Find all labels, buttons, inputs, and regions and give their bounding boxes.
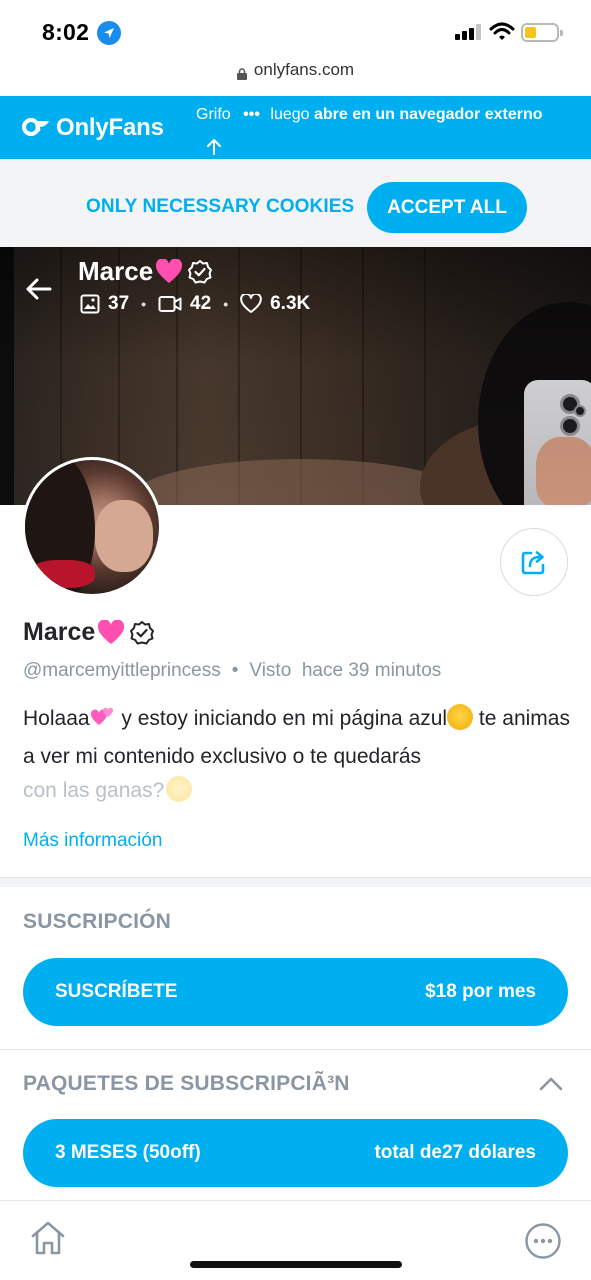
location-icon [97, 21, 121, 45]
subscribe-button[interactable]: SUSCRÍBETE $18 por mes [23, 958, 568, 1026]
verified-icon [187, 259, 213, 285]
only-necessary-cookies-button[interactable]: ONLY NECESSARY COOKIES [86, 196, 354, 218]
bottom-nav [0, 1200, 591, 1280]
handle-separator: • [231, 660, 239, 681]
bio-text-2: y estoy iniciando en mi página azul [115, 707, 448, 730]
hint-middle: luego [270, 106, 310, 123]
videos-count-value: 42 [190, 293, 212, 314]
subscribe-label: SUSCRÍBETE [55, 981, 178, 1002]
lock-icon [236, 65, 247, 80]
bundle-total: total de27 dólares [374, 1142, 536, 1163]
hint-bold: abre en un navegador externo [314, 106, 543, 123]
pink-heart-emoji [155, 257, 183, 285]
subscribe-price: $18 por mes [425, 981, 536, 1002]
cookie-bar: ONLY NECESSARY COOKIES ACCEPT ALL [0, 159, 591, 247]
share-icon [519, 547, 549, 577]
last-seen-time: hace 39 minutos [301, 660, 442, 681]
onlyfans-logo-text: OnlyFans [56, 114, 164, 141]
hint-prefix: Grifo [196, 106, 231, 123]
signal-icon [455, 24, 483, 40]
section-divider [0, 1049, 591, 1050]
more-icon[interactable] [524, 1222, 562, 1260]
hint-dots: ••• [243, 106, 260, 123]
videos-count: 42 [158, 293, 211, 315]
accept-all-cookies-button[interactable]: ACCEPT ALL [367, 182, 527, 233]
verified-icon [129, 620, 155, 646]
share-button[interactable] [500, 528, 568, 596]
onlyfans-logo[interactable]: OnlyFans [22, 114, 164, 142]
onlyfans-logo-icon [22, 115, 50, 142]
wifi-icon [489, 22, 515, 42]
cover-stats: 37 • 42 • 6.3K [80, 293, 310, 315]
pink-heart-emoji [97, 618, 125, 646]
cover-name-text: Marce [78, 256, 154, 286]
bio-text-1: Holaaa [23, 707, 90, 730]
profile-handle-row: @marcemyittleprincess • Visto hace 39 minu… [23, 660, 441, 682]
cover-name: Marce [78, 256, 213, 287]
image-icon [80, 294, 108, 314]
likes-count-value: 6.3K [270, 293, 311, 314]
arrow-up-icon [205, 137, 223, 160]
photos-count: 37 [80, 293, 129, 315]
home-icon[interactable] [28, 1218, 68, 1258]
status-bar: 8:02 [0, 0, 591, 60]
smiling-hearts-emoji [447, 704, 474, 730]
status-time: 8:02 [42, 19, 90, 45]
subscription-title: SUSCRIPCIÓN [23, 910, 172, 933]
video-icon [158, 295, 190, 313]
heart-outline-icon [240, 294, 270, 314]
chevron-up-icon[interactable] [538, 1074, 564, 1094]
tongue-emoji [166, 776, 193, 802]
more-info-link[interactable]: Más información [23, 830, 162, 852]
bio: Holaaa y estoy iniciando en mi página az… [23, 702, 571, 808]
photos-count-value: 37 [108, 293, 130, 314]
profile-name-text: Marce [23, 618, 96, 646]
bundle-3-months-button[interactable]: 3 MESES (50off) total de27 dólares [23, 1119, 568, 1187]
likes-count: 6.3K [240, 293, 310, 315]
open-external-hint: Grifo ••• luego abre en un navegador ext… [196, 106, 543, 124]
profile-name: Marce [23, 618, 155, 647]
home-indicator [190, 1261, 402, 1268]
url-bar[interactable]: onlyfans.com [0, 52, 591, 88]
url-text: onlyfans.com [253, 60, 355, 79]
two-hearts-emoji [90, 705, 116, 740]
onlyfans-banner: OnlyFans Grifo ••• luego abre en un nave… [0, 96, 591, 159]
bio-text-4: con las ganas? [23, 779, 165, 802]
bundle-label: 3 MESES (50off) [55, 1142, 201, 1163]
last-seen-label: Visto [249, 660, 292, 681]
section-divider [0, 877, 591, 887]
avatar[interactable] [22, 457, 162, 597]
bundles-title: PAQUETES DE SUBSCRIPCIÃ³N [23, 1072, 350, 1095]
back-arrow-icon[interactable] [22, 272, 56, 306]
battery-icon [521, 23, 563, 42]
profile-handle: @marcemyittleprincess [23, 660, 221, 681]
